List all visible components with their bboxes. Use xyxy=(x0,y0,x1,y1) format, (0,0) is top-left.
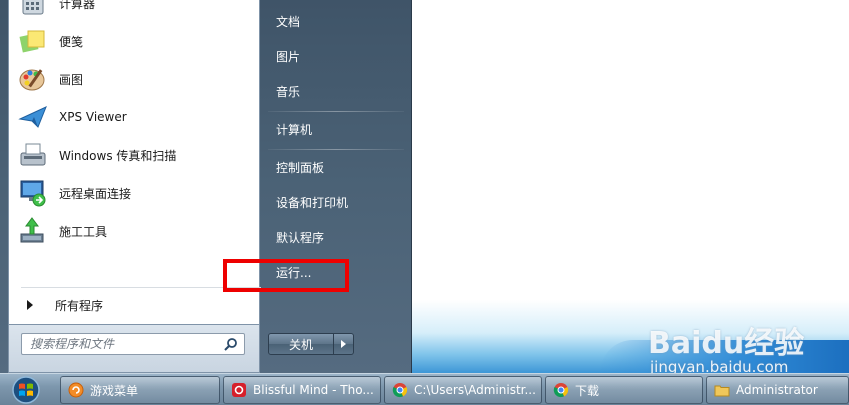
search-input[interactable] xyxy=(30,337,215,351)
fax-scan-icon xyxy=(17,139,49,171)
construction-tool-icon xyxy=(17,215,49,247)
program-label: 计算器 xyxy=(59,0,96,11)
right-item-control-panel[interactable]: 控制面板 xyxy=(268,152,404,182)
program-item-sticky-notes[interactable]: 便笺 xyxy=(17,24,257,58)
right-item-devices-printers[interactable]: 设备和打印机 xyxy=(268,187,404,217)
program-item-xps-viewer[interactable]: XPS Viewer xyxy=(17,100,257,134)
program-label: 施工工具 xyxy=(59,224,108,239)
right-item-label: 音乐 xyxy=(276,84,301,99)
chrome-icon xyxy=(391,381,409,399)
program-item-calculator[interactable]: 计算器 xyxy=(17,0,257,20)
calculator-icon xyxy=(17,0,49,19)
right-item-default-programs[interactable]: 默认程序 xyxy=(268,222,404,252)
right-item-documents[interactable]: 文档 xyxy=(268,6,404,36)
sticky-notes-icon xyxy=(17,25,49,57)
right-pane-separator xyxy=(268,111,404,112)
taskbar: 游戏菜单 Blissful Mind - Tho... C:\Users\Adm… xyxy=(0,373,849,405)
xps-viewer-icon xyxy=(17,101,49,133)
program-item-construction-tool[interactable]: 施工工具 xyxy=(17,214,257,248)
game-menu-icon xyxy=(67,381,85,399)
all-programs-button[interactable]: 所有程序 xyxy=(23,294,259,316)
program-item-paint[interactable]: 画图 xyxy=(17,62,257,96)
right-item-computer[interactable]: 计算机 xyxy=(268,114,404,144)
taskbar-button-game-menu[interactable]: 游戏菜单 xyxy=(60,376,220,404)
shutdown-options-button[interactable] xyxy=(334,333,354,355)
paint-icon xyxy=(17,63,49,95)
remote-desktop-icon xyxy=(17,177,49,209)
chevron-right-icon xyxy=(341,340,346,348)
taskbar-button-downloads[interactable]: 下载 xyxy=(545,376,703,404)
program-label: Windows 传真和扫描 xyxy=(59,148,177,163)
taskbar-button-explorer[interactable]: Administrator xyxy=(706,376,849,404)
right-item-music[interactable]: 音乐 xyxy=(268,76,404,106)
windows-logo-icon xyxy=(12,376,40,404)
taskbar-button-label: 游戏菜单 xyxy=(90,383,139,398)
netease-music-icon xyxy=(230,381,248,399)
right-item-label: 计算机 xyxy=(276,122,313,137)
program-item-fax-scan[interactable]: Windows 传真和扫描 xyxy=(17,138,257,172)
run-highlight-box xyxy=(223,259,349,292)
taskbar-button-label: C:\Users\Administr... xyxy=(414,383,536,397)
right-item-label: 控制面板 xyxy=(276,160,325,175)
program-label: 便笺 xyxy=(59,34,84,49)
shutdown-button[interactable]: 关机 xyxy=(268,333,334,355)
right-item-label: 图片 xyxy=(276,49,301,64)
start-menu: 计算器 便笺 画图 XPS Viewer Windows 传真和扫描 远程桌面连… xyxy=(0,0,412,373)
arrow-right-icon xyxy=(27,300,33,310)
right-item-label: 文档 xyxy=(276,14,301,29)
watermark-brand: Baidu经验 xyxy=(648,326,805,361)
program-label: 画图 xyxy=(59,72,84,87)
shutdown-group: 关机 xyxy=(268,333,354,355)
search-icon[interactable] xyxy=(224,337,238,354)
taskbar-button-label: Administrator xyxy=(736,383,818,397)
right-pane-separator xyxy=(268,149,404,150)
taskbar-button-label: 下载 xyxy=(575,383,600,398)
right-item-label: 设备和打印机 xyxy=(276,195,349,210)
program-label: XPS Viewer xyxy=(59,110,127,124)
folder-icon xyxy=(713,381,731,399)
taskbar-button-music[interactable]: Blissful Mind - Tho... xyxy=(223,376,381,404)
start-button[interactable] xyxy=(4,375,48,405)
taskbar-button-chrome-path[interactable]: C:\Users\Administr... xyxy=(384,376,542,404)
search-area xyxy=(8,325,260,373)
taskbar-button-label: Blissful Mind - Tho... xyxy=(253,383,374,397)
chrome-icon xyxy=(552,381,570,399)
right-item-pictures[interactable]: 图片 xyxy=(268,41,404,71)
right-item-label: 默认程序 xyxy=(276,230,325,245)
program-item-remote-desktop[interactable]: 远程桌面连接 xyxy=(17,176,257,210)
search-box[interactable] xyxy=(21,333,245,355)
all-programs-label: 所有程序 xyxy=(55,298,104,313)
program-label: 远程桌面连接 xyxy=(59,186,132,201)
